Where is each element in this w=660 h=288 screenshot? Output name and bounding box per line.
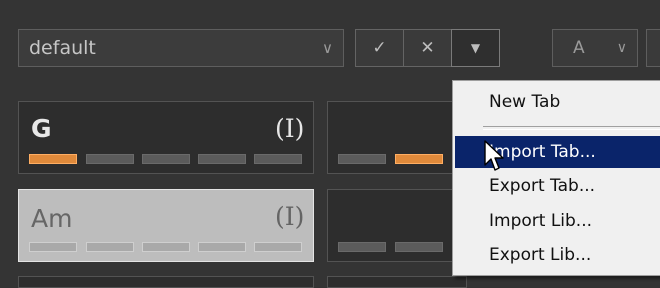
- string-segment: [29, 154, 77, 164]
- chord-name: G: [31, 114, 52, 143]
- string-segment: [395, 154, 443, 164]
- menu-item-import-lib[interactable]: Import Lib...: [455, 205, 660, 237]
- string-segment: [142, 242, 190, 252]
- string-segment: [86, 242, 134, 252]
- chord-mode: (I): [275, 114, 305, 143]
- caret-down-icon: ▼: [470, 41, 481, 55]
- string-segment: [29, 242, 77, 252]
- cancel-button[interactable]: ✕: [403, 29, 452, 67]
- string-segment: [254, 242, 302, 252]
- menu-item-export-lib[interactable]: Export Lib...: [455, 239, 660, 271]
- string-segment: [86, 154, 134, 164]
- toolbar-edge-button[interactable]: [646, 29, 660, 67]
- check-icon: ✓: [372, 38, 387, 58]
- confirm-button[interactable]: ✓: [355, 29, 404, 67]
- string-segment: [142, 154, 190, 164]
- chevron-down-icon: ∨: [322, 39, 333, 57]
- chord-card-second-2[interactable]: [327, 189, 467, 262]
- chord-name: Am: [31, 204, 73, 233]
- string-segment: [395, 242, 443, 252]
- menu-separator: [483, 126, 660, 130]
- chord-mode: (I): [275, 202, 305, 231]
- string-segment: [254, 154, 302, 164]
- chord-card-second-1[interactable]: [327, 101, 467, 174]
- string-segment: [338, 242, 386, 252]
- menu-dropdown-button[interactable]: ▼: [451, 29, 500, 67]
- mouse-pointer-icon: [484, 140, 504, 171]
- menu-item-new-tab[interactable]: New Tab: [455, 86, 660, 118]
- close-icon: ✕: [420, 38, 435, 58]
- chord-card-partial[interactable]: [327, 276, 467, 288]
- chord-card-partial[interactable]: [18, 276, 314, 288]
- menu-item-export-tab[interactable]: Export Tab...: [455, 170, 660, 202]
- chord-card-g[interactable]: G (I): [18, 101, 314, 174]
- string-segment: [338, 154, 386, 164]
- preset-value: default: [29, 37, 96, 59]
- context-menu: New Tab Import Tab... Export Tab... Impo…: [452, 80, 660, 276]
- string-segment: [198, 242, 246, 252]
- preset-select[interactable]: default ∨: [18, 29, 344, 67]
- key-value: A: [573, 38, 585, 58]
- string-segment: [198, 154, 246, 164]
- key-select[interactable]: A ∨: [552, 29, 638, 67]
- chord-card-am[interactable]: Am (I): [18, 189, 314, 262]
- chevron-down-icon: ∨: [616, 40, 627, 56]
